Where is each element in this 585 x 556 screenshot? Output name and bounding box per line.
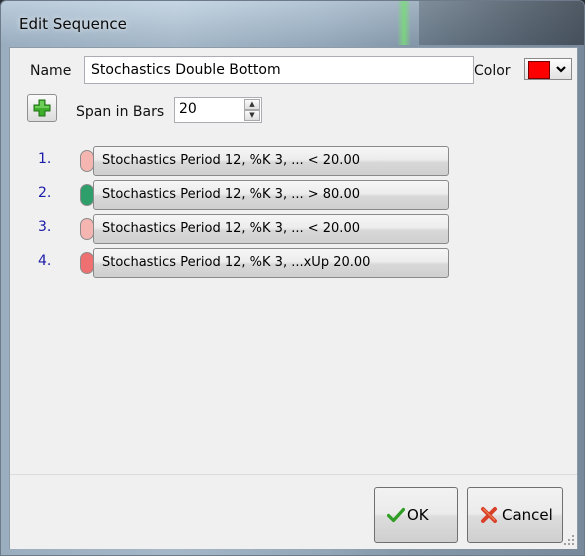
spin-down-button[interactable]: ▼ (244, 110, 260, 121)
edit-sequence-dialog: Edit Sequence Name Color (0, 0, 585, 556)
color-swatch (528, 61, 550, 79)
sequence-item-button[interactable]: Stochastics Period 12, %K 3, ... > 80.00 (93, 180, 449, 210)
add-condition-button[interactable] (27, 94, 57, 122)
span-in-bars-label: Span in Bars (76, 104, 165, 120)
button-bar: OK Cancel (10, 474, 577, 549)
resize-grip-icon[interactable] (563, 534, 575, 546)
sequence-item-button[interactable]: Stochastics Period 12, %K 3, ...xUp 20.0… (93, 248, 449, 278)
plus-icon (33, 99, 51, 117)
sequence-item-number: 1. (38, 151, 52, 167)
cancel-button[interactable]: Cancel (467, 487, 563, 543)
sequence-item-number: 2. (38, 185, 52, 201)
span-in-bars-stepper[interactable]: 20 ▲ ▼ (174, 97, 262, 123)
sequence-item-number: 4. (38, 253, 52, 269)
span-in-bars-value[interactable]: 20 (179, 101, 197, 117)
sequence-item-color (80, 218, 94, 240)
sequence-list: 1. Stochastics Period 12, %K 3, ... < 20… (38, 146, 468, 282)
sequence-item-color (80, 252, 94, 274)
sequence-item-number: 3. (38, 219, 52, 235)
sequence-item: 4. Stochastics Period 12, %K 3, ...xUp 2… (38, 248, 468, 278)
sequence-item-color (80, 150, 94, 172)
name-row: Name Color (10, 56, 577, 86)
x-icon (481, 507, 497, 523)
window-title: Edit Sequence (19, 15, 127, 33)
sequence-item-button[interactable]: Stochastics Period 12, %K 3, ... < 20.00 (93, 214, 449, 244)
ok-label: OK (407, 506, 429, 524)
sequence-item: 2. Stochastics Period 12, %K 3, ... > 80… (38, 180, 468, 210)
sequence-item: 1. Stochastics Period 12, %K 3, ... < 20… (38, 146, 468, 176)
name-label: Name (30, 63, 72, 79)
titlebar[interactable]: Edit Sequence (1, 1, 584, 45)
span-row: Span in Bars 20 ▲ ▼ (10, 94, 577, 124)
sequence-item: 3. Stochastics Period 12, %K 3, ... < 20… (38, 214, 468, 244)
cancel-label: Cancel (502, 506, 553, 524)
sequence-item-color (80, 184, 94, 206)
dialog-body: Name Color Span in Bars 2 (9, 47, 578, 549)
color-picker[interactable] (524, 58, 572, 80)
name-input[interactable] (84, 56, 474, 84)
chevron-down-icon[interactable] (551, 59, 571, 79)
checkmark-icon (387, 507, 405, 523)
ok-button[interactable]: OK (374, 487, 458, 543)
spin-buttons: ▲ ▼ (244, 99, 260, 121)
color-label: Color (474, 63, 511, 79)
spin-up-button[interactable]: ▲ (244, 99, 260, 110)
sequence-item-button[interactable]: Stochastics Period 12, %K 3, ... < 20.00 (93, 146, 449, 176)
